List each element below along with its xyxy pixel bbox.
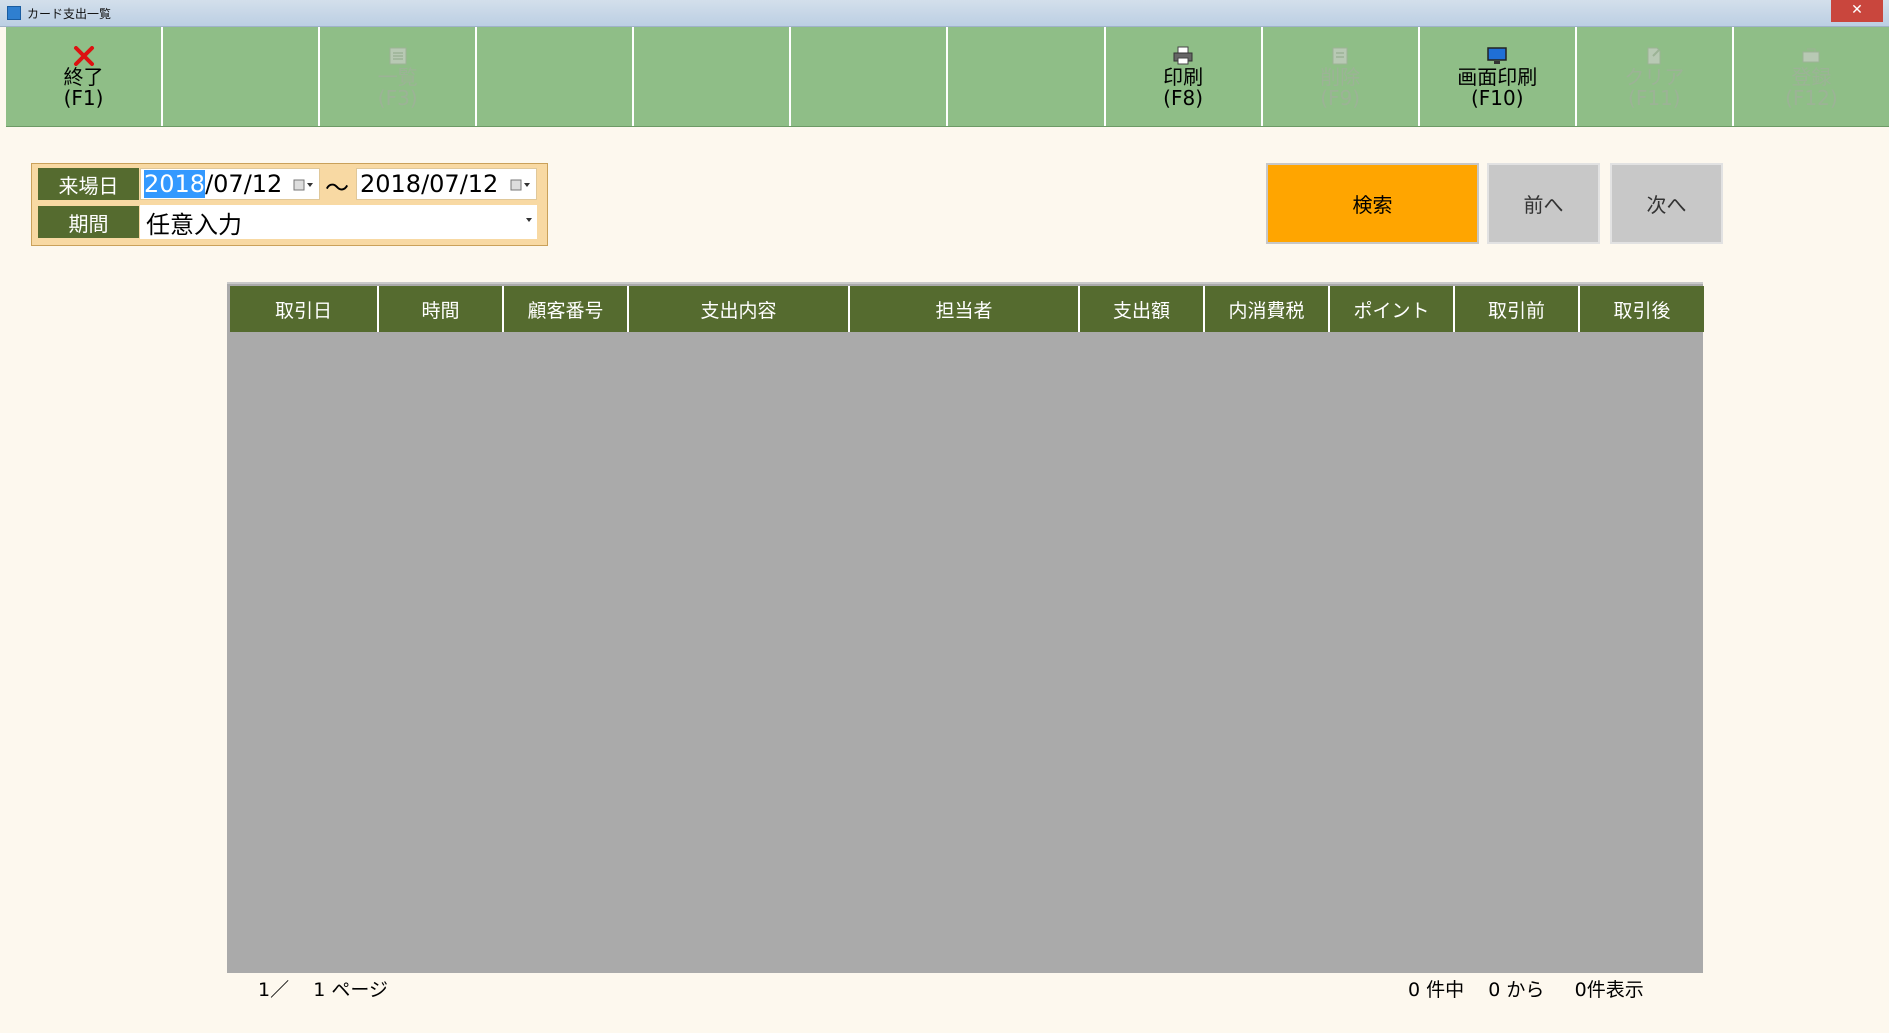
date-from-text: /07/12 [205,170,283,198]
exit-label: 終了 [63,64,104,89]
print-key: (F8) [1163,85,1203,110]
toolbar-slot-5 [634,27,792,126]
column-header-staff[interactable]: 担当者 [850,286,1080,332]
close-x-icon [71,45,97,67]
toolbar-slot-2 [163,27,321,126]
date-from-field[interactable]: 2018/07/12 [140,168,320,200]
register-icon [1798,45,1824,67]
period-value: 任意入力 [146,210,242,239]
date-to-text: 2018/07/12 [360,170,499,198]
period-select[interactable]: 任意入力 [140,205,537,239]
window-titlebar: カード支出一覧 ✕ [0,0,1889,27]
exit-button[interactable]: 終了 (F1) [6,27,164,126]
column-header-time[interactable]: 時間 [379,286,504,332]
filter-panel: 来場日 2018/07/12 ～ 2018/07/12 期間 任意入力 [31,163,548,246]
prev-button[interactable]: 前へ [1487,163,1600,244]
page-info: 1／ 1 ページ [258,979,388,1001]
app-icon [7,6,21,20]
clear-icon [1641,45,1667,67]
grid-header-row: 取引日 時間 顧客番号 支出内容 担当者 支出額 内消費税 ポイント 取引前 取… [230,286,1704,332]
toolbar-slot-4 [477,27,635,126]
calendar-dropdown-icon[interactable] [510,178,532,192]
register-label: 登録 [1791,64,1832,89]
delete-key: (F9) [1320,85,1361,110]
screen-print-button[interactable]: 画面印刷 (F10) [1420,27,1577,126]
column-header-expense-detail[interactable]: 支出内容 [629,286,850,332]
results-grid[interactable]: 取引日 時間 顧客番号 支出内容 担当者 支出額 内消費税 ポイント 取引前 取… [227,282,1704,973]
column-header-tax[interactable]: 内消費税 [1205,286,1330,332]
toolbar-slot-7 [948,27,1106,126]
period-label: 期間 [38,206,139,238]
record-count-info: 0 件中 0 から 0件表示 [1408,979,1644,1001]
range-separator: ～ [325,174,349,202]
screen-print-label: 画面印刷 [1457,64,1538,89]
list-key: (F3) [377,85,418,110]
date-from-selected-text: 2018 [144,170,206,198]
next-button[interactable]: 次へ [1610,163,1723,244]
date-to-field[interactable]: 2018/07/12 [356,168,537,200]
clear-label: クリア [1624,64,1685,89]
column-header-points[interactable]: ポイント [1330,286,1455,332]
column-header-customer-no[interactable]: 顧客番号 [504,286,629,332]
screen-print-key: (F10) [1470,85,1524,110]
window-close-button[interactable]: ✕ [1831,0,1883,22]
calendar-dropdown-icon[interactable] [293,178,315,192]
list-label: 一覧 [377,64,418,89]
column-header-before[interactable]: 取引前 [1455,286,1580,332]
register-key: (F12) [1785,85,1838,110]
register-button[interactable]: 登録 (F12) [1734,27,1889,126]
print-button[interactable]: 印刷 (F8) [1106,27,1263,126]
printer-icon [1170,45,1196,67]
clear-key: (F11) [1628,85,1681,110]
delete-label: 削除 [1320,64,1361,89]
column-header-after[interactable]: 取引後 [1580,286,1704,332]
function-toolbar: 終了 (F1) 一覧 (F3) 印刷 (F8) 削除 (F9) 画面印刷 (F1… [6,27,1889,127]
column-header-date[interactable]: 取引日 [230,286,379,332]
list-button[interactable]: 一覧 (F3) [320,27,478,126]
dropdown-arrow-icon[interactable] [526,218,532,222]
exit-key: (F1) [63,85,104,110]
list-icon [385,45,411,67]
print-label: 印刷 [1163,64,1204,89]
toolbar-slot-6 [791,27,949,126]
monitor-icon [1484,45,1510,67]
delete-icon [1327,45,1353,67]
delete-button[interactable]: 削除 (F9) [1263,27,1420,126]
window-title: カード支出一覧 [27,6,112,21]
search-button[interactable]: 検索 [1266,163,1479,244]
column-header-amount[interactable]: 支出額 [1080,286,1205,332]
clear-button[interactable]: クリア (F11) [1577,27,1734,126]
visit-date-label: 来場日 [38,168,139,200]
